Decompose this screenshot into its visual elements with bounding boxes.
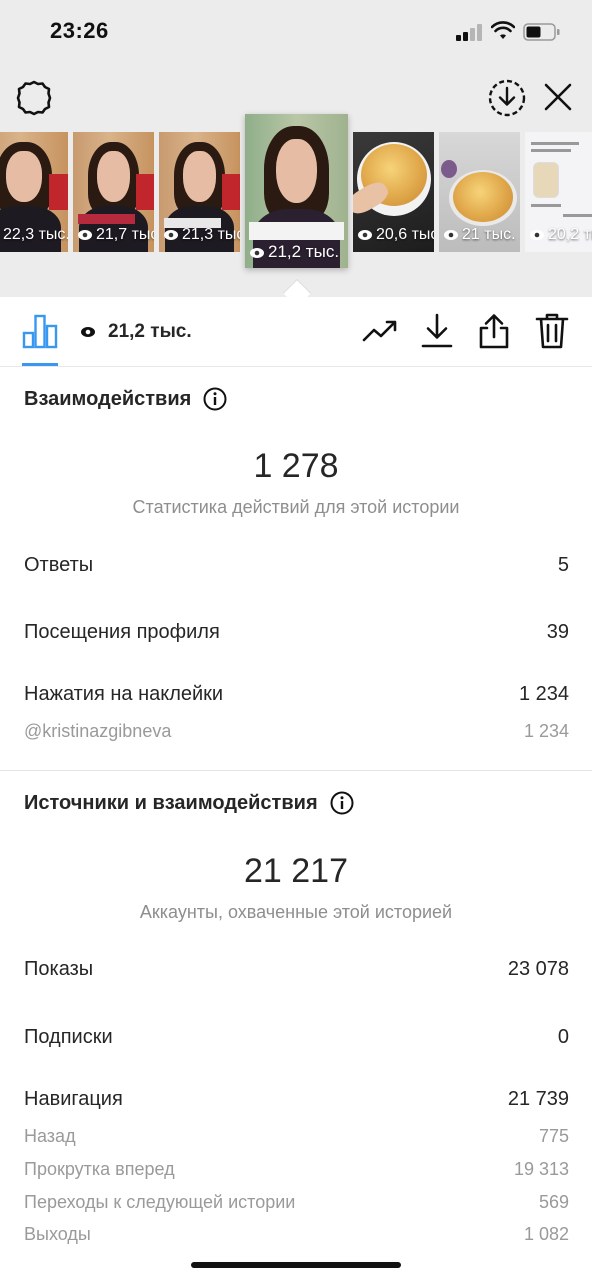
- stat-value: 5: [557, 554, 569, 576]
- stat-row-navigation: Навигация 21 739: [24, 1088, 569, 1111]
- story-thumbnail[interactable]: 20,2 тыс.: [525, 132, 592, 252]
- section-divider: [0, 770, 592, 771]
- stat-label: Назад: [24, 1126, 76, 1146]
- stat-label: Навигация: [24, 1088, 123, 1110]
- download-icon[interactable]: [417, 311, 457, 351]
- action-bar: 21,2 тыс.: [0, 297, 592, 367]
- active-tab-indicator: [22, 363, 58, 366]
- story-thumbnail-selected[interactable]: 21,2 тыс.: [245, 114, 348, 268]
- trash-icon[interactable]: [532, 311, 572, 351]
- story-thumbnail[interactable]: 21 тыс.: [439, 132, 520, 252]
- discovery-total: 21 217: [244, 852, 348, 890]
- stat-value: 569: [538, 1192, 569, 1212]
- stat-value: 1 234: [523, 721, 569, 741]
- thumbnail-views: 21 тыс.: [443, 226, 516, 244]
- views-summary: 21,2 тыс.: [80, 321, 192, 343]
- stat-value: 23 078: [507, 958, 569, 980]
- stat-label: Прокрутка вперед: [24, 1159, 175, 1179]
- stat-row-back: Назад 775: [24, 1126, 569, 1147]
- header-area: 23:26 22,3 тыс. 21,7 ты 21,3 ты 21,2 тыс…: [0, 0, 592, 297]
- thumbnail-views: 21,3 тыс.: [163, 226, 240, 244]
- wifi-icon: [491, 21, 515, 39]
- views-count: 21,2 тыс.: [108, 321, 192, 342]
- eye-icon: [250, 248, 264, 258]
- eye-icon: [530, 230, 544, 240]
- stat-row-replies: Ответы 5: [24, 554, 569, 577]
- chart-icon[interactable]: [22, 313, 58, 349]
- thumbnail-views: 20,6 тыс.: [357, 226, 434, 244]
- stat-row-exits: Выходы 1 082: [24, 1224, 569, 1245]
- info-icon[interactable]: [203, 387, 227, 411]
- stat-row-follows: Подписки 0: [24, 1026, 569, 1049]
- stat-row-impressions: Показы 23 078: [24, 958, 569, 981]
- stat-row-sticker-taps: Нажатия на наклейки 1 234: [24, 683, 569, 706]
- stat-row-next-story: Переходы к следующей истории 569: [24, 1192, 569, 1213]
- stat-label: Посещения профиля: [24, 621, 220, 643]
- section-title-text: Взаимодействия: [24, 387, 192, 410]
- stat-row-profile-visits: Посещения профиля 39: [24, 621, 569, 644]
- thumbnail-views: 21,2 тыс.: [249, 242, 339, 262]
- stat-value: 1 082: [523, 1224, 569, 1244]
- signal-icon: [456, 23, 484, 41]
- thumbnail-views: 20,2 тыс.: [529, 226, 592, 244]
- save-icon[interactable]: [487, 78, 527, 118]
- discovery-caption: Аккаунты, охваченные этой историей: [139, 902, 453, 922]
- share-icon[interactable]: [474, 311, 514, 351]
- eye-icon: [358, 230, 372, 240]
- story-thumbnail[interactable]: 21,3 тыс.: [159, 132, 240, 252]
- discovery-section-title: Источники и взаимодействия: [24, 791, 354, 815]
- story-thumbnail[interactable]: 20,6 тыс.: [353, 132, 434, 252]
- story-thumbnails: 22,3 тыс. 21,7 тыс. 21,3 тыс. 21,2 тыс.: [0, 114, 592, 270]
- settings-icon[interactable]: [15, 79, 53, 117]
- interactions-total: 1 278: [253, 447, 339, 485]
- eye-icon: [78, 230, 92, 240]
- eye-icon: [444, 230, 458, 240]
- status-bar: 23:26: [0, 0, 592, 66]
- stat-value: 19 313: [513, 1159, 569, 1179]
- stat-value: 1 234: [518, 683, 569, 705]
- interactions-caption: Статистика действий для этой истории: [132, 497, 460, 517]
- stat-row-sticker-mention: @kristinazgibneva 1 234: [24, 721, 569, 742]
- status-time: 23:26: [50, 18, 109, 43]
- stat-value: 21 739: [507, 1088, 569, 1110]
- story-thumbnail[interactable]: 21,7 тыс.: [73, 132, 154, 252]
- info-icon[interactable]: [330, 791, 354, 815]
- thumbnail-views: 22,3 тыс.: [3, 226, 68, 243]
- stat-label: Подписки: [24, 1026, 113, 1048]
- stat-label: Переходы к следующей истории: [24, 1192, 296, 1212]
- eye-icon: [164, 230, 178, 240]
- stat-label: Ответы: [24, 554, 94, 576]
- stat-label: Показы: [24, 958, 94, 980]
- stat-label: Нажатия на наклейки: [24, 683, 224, 705]
- stat-label: Выходы: [24, 1224, 91, 1244]
- home-indicator[interactable]: [191, 1262, 401, 1268]
- stat-value: 0: [557, 1026, 569, 1048]
- battery-icon: [523, 23, 560, 41]
- stat-label: @kristinazgibneva: [24, 721, 172, 741]
- stat-value: 775: [538, 1126, 569, 1146]
- stat-row-forward: Прокрутка вперед 19 313: [24, 1159, 569, 1180]
- eye-icon: [81, 327, 95, 337]
- stat-value: 39: [546, 621, 569, 643]
- trend-icon[interactable]: [361, 311, 401, 351]
- section-title-text: Источники и взаимодействия: [24, 791, 318, 814]
- close-icon[interactable]: [541, 80, 575, 114]
- thumbnail-views: 21,7 тыс.: [77, 226, 154, 244]
- story-thumbnail[interactable]: 22,3 тыс.: [0, 132, 68, 252]
- interactions-section-title: Взаимодействия: [24, 387, 227, 411]
